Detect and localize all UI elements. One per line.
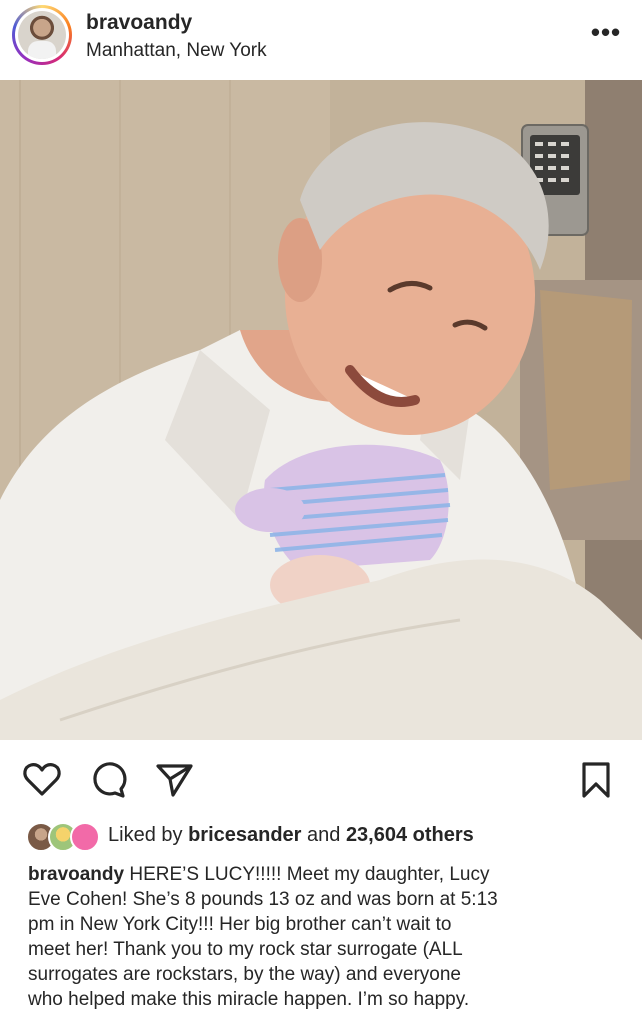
more-horizontal-icon[interactable]: ••• — [588, 19, 624, 45]
avatar[interactable] — [12, 5, 72, 65]
liker-username[interactable]: bricesander — [188, 824, 301, 846]
likes-middle: and — [301, 824, 346, 846]
likes-prefix: Liked by — [108, 824, 189, 846]
liker-avatar — [70, 822, 100, 852]
caption-line: who helped make this miracle happen. I’m… — [28, 989, 470, 1010]
post-actions — [0, 750, 642, 810]
heart-icon[interactable] — [22, 760, 62, 800]
caption-line: pm in New York City!!! Her big brother c… — [28, 914, 452, 935]
post-header: bravoandy Manhattan, New York ••• — [0, 0, 642, 80]
likes-row[interactable]: Liked by bricesander and 23,604 others — [0, 818, 642, 854]
caption-line: bravoandy HERE’S LUCY!!!!! Meet my daugh… — [28, 862, 628, 887]
avatar-photo — [18, 11, 66, 59]
post-caption: bravoandy HERE’S LUCY!!!!! Meet my daugh… — [28, 862, 628, 1012]
post-photo-illustration — [0, 80, 642, 740]
bookmark-icon[interactable] — [576, 760, 616, 800]
caption-username[interactable]: bravoandy — [28, 864, 124, 885]
post-location[interactable]: Manhattan, New York — [86, 40, 267, 62]
post-username[interactable]: bravoandy — [86, 11, 192, 35]
caption-text: HERE’S LUCY!!!!! Meet my daughter, Lucy — [124, 864, 490, 885]
comment-icon[interactable] — [88, 760, 128, 800]
caption-line: meet her! Thank you to my rock star surr… — [28, 939, 463, 960]
caption-line: surrogates are rockstars, by the way) an… — [28, 964, 461, 985]
post-photo[interactable] — [0, 80, 642, 740]
likes-summary: Liked by bricesander and 23,604 others — [108, 824, 474, 847]
paper-plane-icon[interactable] — [154, 760, 194, 800]
likes-count[interactable]: 23,604 others — [346, 824, 474, 846]
caption-line: Eve Cohen! She’s 8 pounds 13 oz and was … — [28, 889, 498, 910]
